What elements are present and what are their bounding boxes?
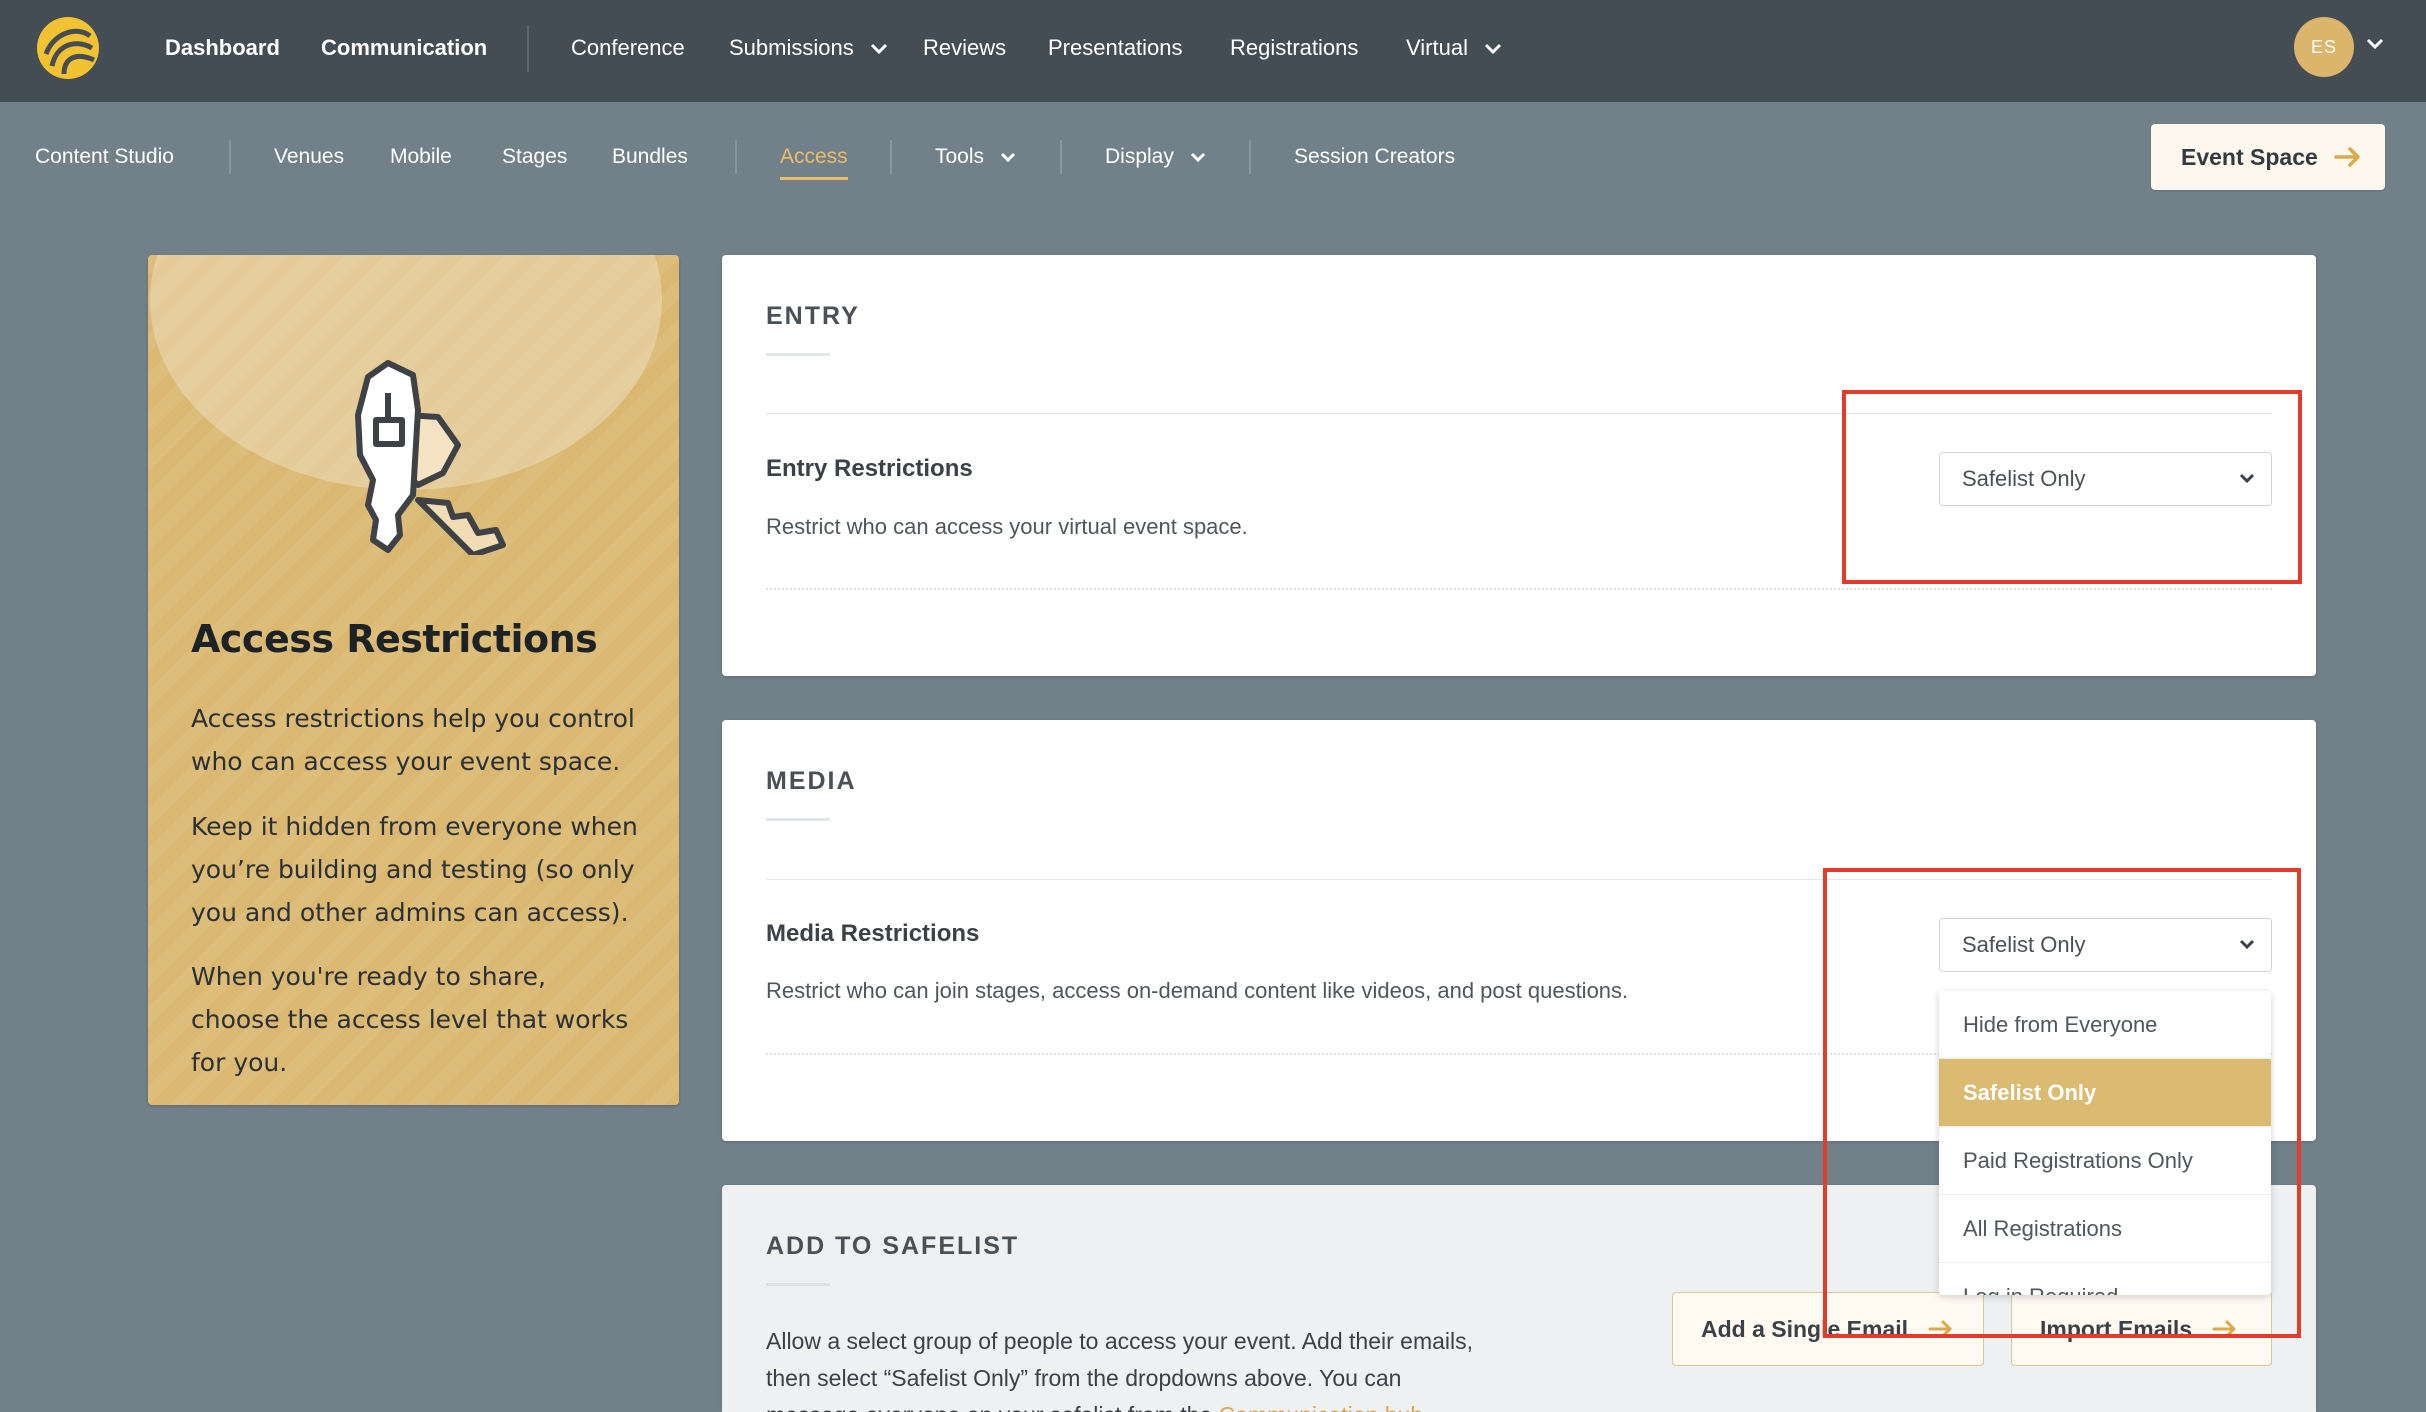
nav-reviews[interactable]: Reviews xyxy=(923,0,1006,96)
top-nav: Dashboard Communication Conference Submi… xyxy=(0,0,2426,102)
subnav-separator xyxy=(1249,140,1251,174)
subnav-separator xyxy=(229,140,231,174)
entry-section-title: ENTRY xyxy=(766,302,860,330)
dotted-divider xyxy=(766,588,2272,590)
info-card-title: Access Restrictions xyxy=(191,617,598,661)
event-space-label: Event Space xyxy=(2181,143,2318,170)
subnav-content-studio[interactable]: Content Studio xyxy=(35,144,174,170)
chevron-down-icon xyxy=(1485,44,1502,55)
entry-restrictions-description: Restrict who can access your virtual eve… xyxy=(766,514,1248,539)
section-underline xyxy=(766,353,830,356)
chevron-down-icon xyxy=(1190,152,1205,163)
subnav-tools-label: Tools xyxy=(935,145,985,168)
safelist-text-line3: message everyone on your safelist from t… xyxy=(766,1402,1212,1412)
access-restrictions-info-card: Access Restrictions Access restrictions … xyxy=(148,255,679,1105)
chevron-down-icon xyxy=(870,44,887,55)
entry-select-highlight xyxy=(1842,390,2302,584)
subnav-access[interactable]: Access xyxy=(780,144,848,180)
subnav-separator xyxy=(1060,140,1062,174)
subnav-session-creators[interactable]: Session Creators xyxy=(1294,144,1455,170)
media-restrictions-label: Media Restrictions xyxy=(766,920,980,947)
safelist-text-line2: then select “Safelist Only” from the dro… xyxy=(766,1365,1402,1391)
sub-navigation: Content Studio Venues Mobile Stages Bund… xyxy=(0,102,2426,210)
info-paragraph-1: Access restrictions help you control who… xyxy=(191,704,635,776)
info-paragraph-3: When you're ready to share, choose the a… xyxy=(191,962,629,1077)
subnav-mobile[interactable]: Mobile xyxy=(390,144,452,170)
nav-dashboard[interactable]: Dashboard xyxy=(165,0,280,96)
nav-registrations[interactable]: Registrations xyxy=(1230,0,1358,96)
nav-submissions[interactable]: Submissions xyxy=(729,0,888,96)
section-underline xyxy=(766,818,830,821)
safelist-text-line1: Allow a select group of people to access… xyxy=(766,1328,1474,1354)
subnav-bundles[interactable]: Bundles xyxy=(612,144,688,170)
arrow-right-icon xyxy=(2334,147,2360,167)
user-avatar[interactable]: ES xyxy=(2294,17,2354,77)
entry-restrictions-label: Entry Restrictions xyxy=(766,455,973,482)
subnav-display-label: Display xyxy=(1105,145,1174,168)
media-section-title: MEDIA xyxy=(766,767,857,795)
safelist-section-title: ADD TO SAFELIST xyxy=(766,1232,1020,1260)
event-space-button[interactable]: Event Space xyxy=(2151,124,2385,190)
nav-conference[interactable]: Conference xyxy=(571,0,685,96)
subnav-display[interactable]: Display xyxy=(1105,144,1206,170)
subnav-stages[interactable]: Stages xyxy=(502,144,567,170)
media-select-highlight xyxy=(1823,868,2301,1338)
communication-hub-link[interactable]: Communication hub xyxy=(1219,1402,1424,1412)
safelist-text-line3-wrap: message everyone on your safelist from t… xyxy=(766,1397,1473,1412)
subnav-venues[interactable]: Venues xyxy=(274,144,344,170)
subnav-tools[interactable]: Tools xyxy=(935,144,1016,170)
safelist-description: Allow a select group of people to access… xyxy=(766,1323,1473,1412)
info-paragraph-2: Keep it hidden from everyone when you’re… xyxy=(191,812,638,927)
nav-virtual-label: Virtual xyxy=(1406,35,1468,60)
subnav-separator xyxy=(890,140,892,174)
section-underline xyxy=(766,1283,830,1286)
chevron-down-icon xyxy=(1000,152,1015,163)
nav-presentations[interactable]: Presentations xyxy=(1048,0,1183,96)
subnav-separator xyxy=(735,140,737,174)
nav-communication[interactable]: Communication xyxy=(321,0,487,96)
nav-submissions-label: Submissions xyxy=(729,35,854,60)
nav-separator xyxy=(527,26,529,72)
chevron-down-icon[interactable] xyxy=(2366,38,2384,50)
keys-icon xyxy=(355,360,506,555)
media-restrictions-description: Restrict who can join stages, access on-… xyxy=(766,978,1629,1003)
nav-virtual[interactable]: Virtual xyxy=(1406,0,1502,96)
